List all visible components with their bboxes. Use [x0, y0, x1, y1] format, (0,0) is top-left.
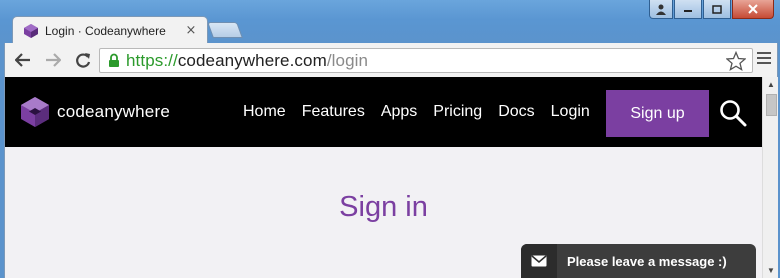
close-icon[interactable] [732, 0, 774, 19]
url-text: https://codeanywhere.com/login [126, 50, 369, 70]
scroll-thumb[interactable] [766, 94, 777, 116]
site-logo[interactable]: codeanywhere [20, 96, 170, 128]
page-viewport: codeanywhere Home Features Apps Pricing … [4, 77, 778, 278]
search-icon[interactable] [719, 99, 747, 127]
maximize-icon[interactable] [703, 0, 731, 19]
back-icon[interactable] [11, 48, 35, 72]
nav-features[interactable]: Features [302, 103, 365, 121]
address-bar[interactable]: https://codeanywhere.com/login [99, 48, 753, 73]
chat-label: Please leave a message :) [567, 253, 727, 269]
logo-text: codeanywhere [57, 102, 170, 121]
codeanywhere-favicon-icon [24, 23, 38, 38]
bookmark-star-icon[interactable] [726, 51, 746, 71]
nav-login[interactable]: Login [551, 103, 590, 121]
user-icon[interactable] [649, 0, 673, 19]
chat-widget[interactable]: Please leave a message :) [521, 244, 756, 278]
chrome-menu-icon[interactable] [757, 52, 771, 67]
nav-docs[interactable]: Docs [498, 103, 534, 121]
signup-button[interactable]: Sign up [606, 90, 709, 137]
forward-icon[interactable] [41, 48, 65, 72]
new-tab-button[interactable] [207, 22, 243, 38]
main-nav: Home Features Apps Pricing Docs Login [243, 77, 606, 147]
tab-title: Login · Codeanywhere [45, 23, 166, 38]
lock-icon [109, 53, 119, 67]
browser-tab[interactable]: Login · Codeanywhere × [12, 16, 208, 44]
tab-close-icon[interactable]: × [183, 23, 199, 38]
site-header: codeanywhere Home Features Apps Pricing … [5, 77, 762, 147]
nav-home[interactable]: Home [243, 103, 286, 121]
nav-apps[interactable]: Apps [381, 103, 417, 121]
page-scrollbar[interactable]: ▲ ▼ [762, 77, 778, 278]
scroll-down-arrow-icon[interactable]: ▼ [767, 266, 775, 275]
minimize-icon[interactable] [674, 0, 702, 19]
codeanywhere-logo-icon [21, 97, 49, 127]
scroll-up-arrow-icon[interactable]: ▲ [767, 80, 775, 89]
page-title: Sign in [339, 191, 428, 223]
reload-icon[interactable] [71, 48, 95, 72]
browser-window: Login · Codeanywhere × https://codeanywh… [0, 0, 780, 278]
browser-toolbar: https://codeanywhere.com/login [4, 43, 778, 77]
window-controls [649, 0, 774, 20]
envelope-icon [521, 244, 557, 278]
nav-pricing[interactable]: Pricing [433, 103, 482, 121]
